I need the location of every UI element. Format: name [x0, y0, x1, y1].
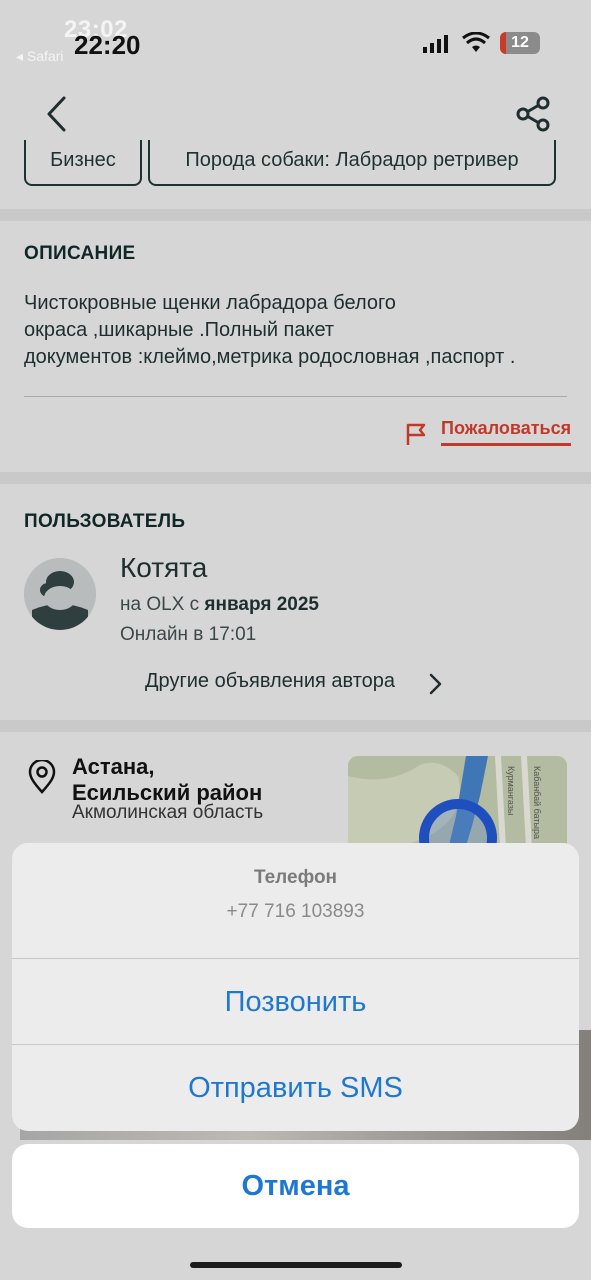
description-text: Чистокровные щенки лабрадора белого окра…	[24, 290, 569, 371]
divider-line	[24, 396, 567, 397]
section-divider	[0, 472, 591, 484]
back-arrow-icon[interactable]	[40, 94, 74, 134]
description-line: окраса ,шикарные .Полный пакет	[24, 319, 335, 341]
avatar[interactable]	[24, 558, 96, 630]
location-region: Акмолинская область	[72, 802, 264, 823]
call-button[interactable]: Позвонить	[12, 959, 579, 1045]
home-indicator[interactable]	[190, 1262, 402, 1268]
status-bar: 23:02 22:20 ◂ Safari 12	[0, 0, 591, 80]
user-since: на OLX с января 2025	[120, 594, 319, 616]
other-ads-link[interactable]: Другие объявления автора	[145, 670, 395, 693]
user-section-title: ПОЛЬЗОВАТЕЛЬ	[24, 511, 186, 532]
call-action-sheet: Телефон +77 716 103893 Позвонить Отправи…	[12, 843, 579, 1131]
share-icon[interactable]	[514, 96, 552, 132]
cellular-signal-icon	[423, 35, 448, 53]
chevron-right-icon[interactable]	[426, 672, 444, 696]
section-divider	[0, 720, 591, 732]
user-placeholder-icon	[24, 558, 96, 630]
location-city: Астана, Есильский район	[72, 754, 262, 806]
cancel-button[interactable]: Отмена	[12, 1144, 579, 1228]
phone-number: +77 716 103893	[226, 901, 365, 922]
map-street-label: Кабанбай батыра	[532, 766, 542, 839]
section-divider	[0, 209, 591, 221]
user-name[interactable]: Котята	[120, 552, 207, 584]
complain-label[interactable]: Пожаловаться	[441, 418, 572, 446]
wifi-icon	[462, 32, 490, 52]
battery-icon: 12	[500, 32, 540, 54]
action-sheet-title: Телефон	[253, 867, 338, 888]
description-title: ОПИСАНИЕ	[24, 243, 136, 264]
location-city-line: Астана,	[72, 754, 155, 779]
user-since-date: января 2025	[204, 594, 319, 615]
user-online-status: Онлайн в 17:01	[120, 624, 257, 645]
status-time: 22:20	[74, 30, 141, 60]
tag-breed: Порода собаки: Лабрадор ретривер	[148, 140, 556, 186]
send-sms-button[interactable]: Отправить SMS	[12, 1045, 579, 1131]
battery-level: 12	[511, 34, 529, 51]
description-line: документов :клеймо,метрика родословная ,…	[24, 346, 516, 368]
map-street-label: Курмангазы	[506, 766, 516, 815]
back-to-app-link[interactable]: ◂ Safari	[16, 48, 64, 65]
tag-business: Бизнес	[24, 140, 142, 186]
action-sheet-header: Телефон +77 716 103893	[12, 843, 579, 959]
description-line: Чистокровные щенки лабрадора белого	[24, 292, 396, 314]
location-pin-icon	[28, 760, 56, 794]
flag-icon	[406, 423, 426, 445]
user-since-prefix: на OLX с	[120, 594, 205, 615]
